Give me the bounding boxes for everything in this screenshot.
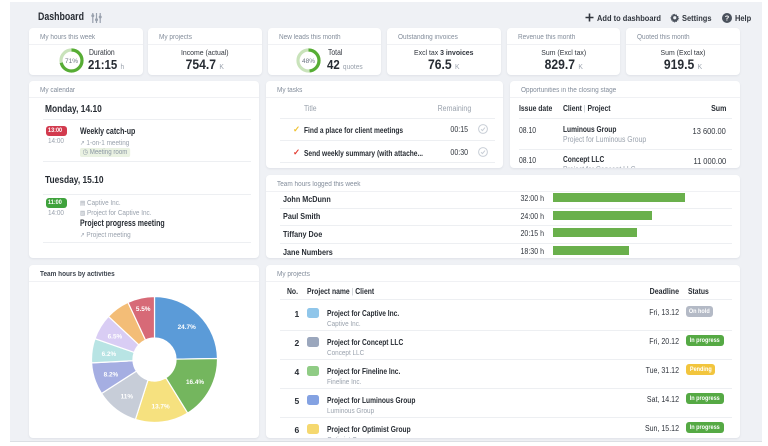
svg-text:8.2%: 8.2% <box>104 371 119 378</box>
svg-text:6.2%: 6.2% <box>102 351 117 358</box>
svg-text:11%: 11% <box>121 394 134 401</box>
svg-text:6.5%: 6.5% <box>108 334 123 341</box>
svg-text:13.7%: 13.7% <box>152 404 170 411</box>
svg-text:71%: 71% <box>65 58 78 65</box>
svg-text:5.5%: 5.5% <box>136 306 151 313</box>
svg-text:16.4%: 16.4% <box>186 379 204 386</box>
svg-text:48%: 48% <box>301 58 314 65</box>
svg-text:24.7%: 24.7% <box>178 324 196 331</box>
svg-text:?: ? <box>725 13 730 22</box>
